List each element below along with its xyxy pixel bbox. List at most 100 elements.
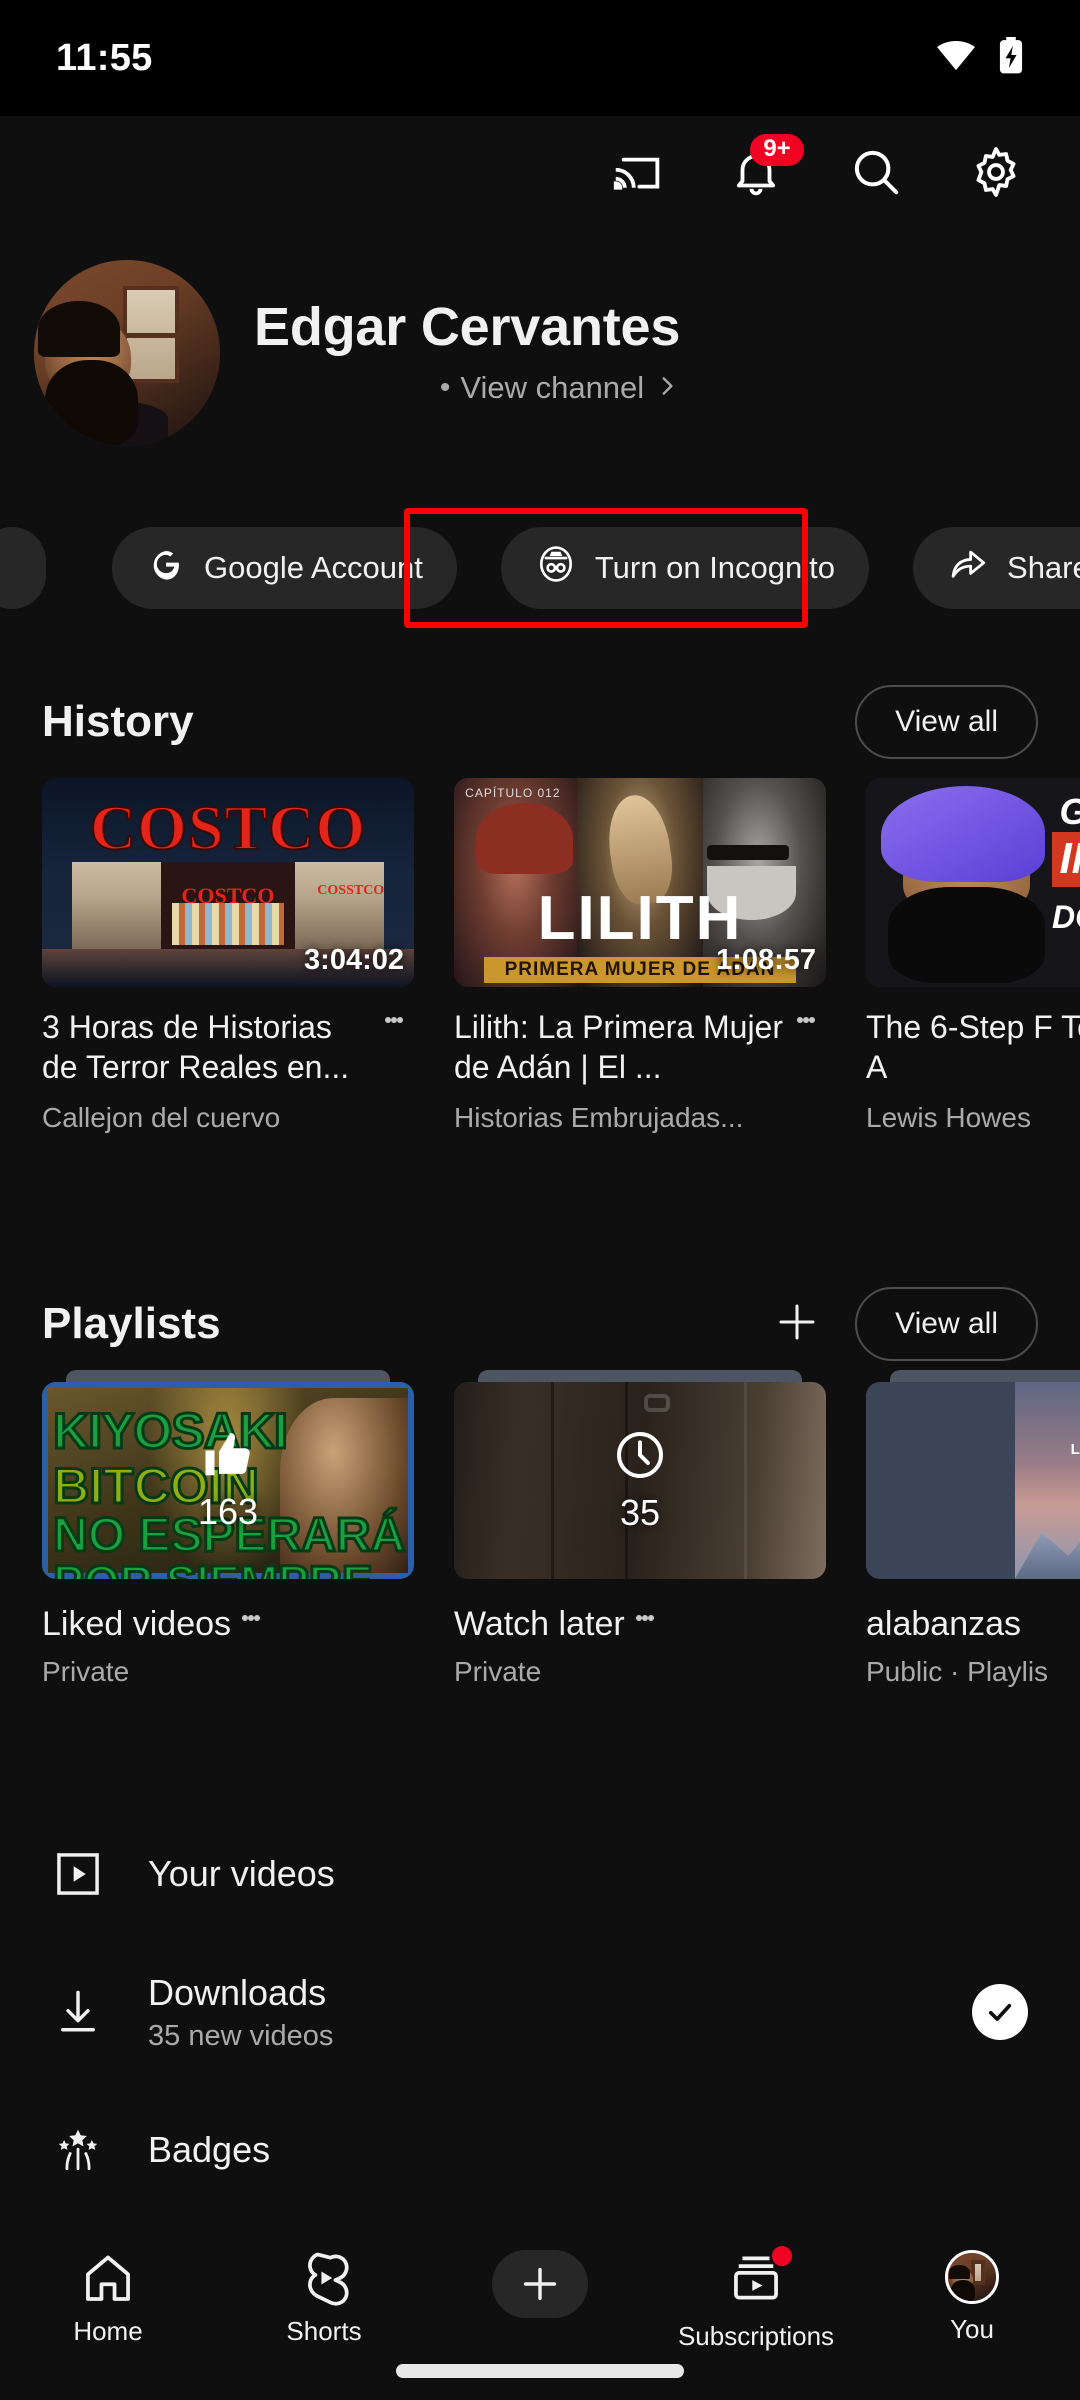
nav-item-home[interactable]: Home xyxy=(0,2250,216,2347)
playlist-card[interactable]: 35 Watch later Private xyxy=(454,1370,826,1688)
playlist-more-options-icon[interactable] xyxy=(231,1605,271,1688)
video-title: Lilith: La Primera Mujer de Adán | El ..… xyxy=(454,1009,783,1086)
nav-label: Subscriptions xyxy=(677,2321,835,2351)
youtube-account-screen: 11:55 9+ Edgar Cervantes • View channel … xyxy=(0,0,1080,2400)
view-channel-label: View channel xyxy=(460,370,645,405)
menu-row-your-videos[interactable]: Your videos xyxy=(0,1812,1080,1936)
playlist-title: alabanzas xyxy=(866,1605,1022,1643)
chevron-right-icon xyxy=(654,373,680,404)
chip-share-channel[interactable]: Share channe xyxy=(913,527,1080,609)
nav-label: Shorts xyxy=(286,2316,362,2346)
subscriptions-badge-dot xyxy=(772,2246,792,2266)
video-thumbnail[interactable]: GET R IN 20 DO THIS xyxy=(866,778,1080,987)
playlist-title: Watch later xyxy=(454,1605,625,1643)
thumbnail-text-line3: DO THIS xyxy=(1052,899,1080,936)
video-thumbnail[interactable]: CAPÍTULO 012 LILITH PRIMERA MUJER DE ADÁ… xyxy=(454,778,826,987)
video-channel: Callejon del cuervo xyxy=(42,1101,281,1133)
wifi-icon xyxy=(936,40,976,76)
playlists-shelf[interactable]: KIYOSAKI BITCOIN NO ESPERARÁ POR SIEMPRE… xyxy=(0,1370,1080,1688)
chip-partial-left[interactable] xyxy=(0,527,46,609)
chip-turn-on-incognito[interactable]: Turn on Incognito xyxy=(500,527,870,609)
playlist-privacy: Private xyxy=(42,1656,130,1687)
video-duration: 1:08:57 xyxy=(716,944,816,976)
page-title: Edgar Cervantes xyxy=(254,297,681,357)
status-bar: 11:55 xyxy=(0,0,1080,116)
system-home-indicator xyxy=(396,2364,684,2378)
playlist-card[interactable]: KIYOSAKI BITCOIN NO ESPERARÁ POR SIEMPRE… xyxy=(42,1370,414,1688)
top-toolbar: 9+ xyxy=(0,116,1080,228)
chip-label: Turn on Incognito xyxy=(594,550,836,585)
playlist-thumbnail[interactable]: 35 xyxy=(454,1382,826,1579)
sparkle-stars-icon xyxy=(52,2124,148,2176)
nav-item-shorts[interactable]: Shorts xyxy=(216,2250,432,2347)
downloads-check-badge xyxy=(972,1984,1028,2040)
avatar[interactable] xyxy=(34,260,220,446)
playlist-thumbnail[interactable]: KIYOSAKI BITCOIN NO ESPERARÁ POR SIEMPRE… xyxy=(42,1382,414,1579)
playlist-more-options-icon[interactable] xyxy=(625,1605,665,1688)
video-more-options-icon[interactable] xyxy=(786,1007,826,1134)
playlist-video-count: 163 xyxy=(197,1491,259,1532)
history-section-header: History View all xyxy=(0,672,1080,772)
status-bar-clock: 11:55 xyxy=(56,36,153,79)
playlist-title: Liked videos xyxy=(42,1605,232,1643)
nav-label: Home xyxy=(73,2316,143,2346)
playlist-privacy: Public · Playlis xyxy=(866,1656,1049,1687)
video-title: 3 Horas de Historias de Terror Reales en… xyxy=(42,1009,350,1086)
chip-google-account[interactable]: Google Account xyxy=(112,527,457,609)
share-arrow-icon xyxy=(947,543,989,593)
history-video-card[interactable]: CAPÍTULO 012 LILITH PRIMERA MUJER DE ADÁ… xyxy=(454,778,826,1134)
video-play-box-icon xyxy=(52,1848,148,1900)
account-avatar-icon[interactable] xyxy=(945,2250,999,2304)
video-more-options-icon[interactable] xyxy=(374,1007,414,1134)
add-playlist-button[interactable] xyxy=(773,1298,821,1351)
playlists-title: Playlists xyxy=(42,1299,221,1348)
thumbnail-text-tiny: COSSTCO xyxy=(317,882,385,898)
history-video-card[interactable]: GET R IN 20 DO THIS The 6-Step F To Beco… xyxy=(866,778,1080,1134)
menu-row-badges[interactable]: Badges xyxy=(0,2088,1080,2212)
playlist-video-count: 35 xyxy=(619,1492,661,1533)
thumbnail-text: LILITH xyxy=(537,883,743,953)
history-shelf[interactable]: COSTCO COSTCO COSSTCO 3:04:02 3 Horas de… xyxy=(0,778,1080,1134)
nav-item-create[interactable] xyxy=(432,2250,648,2328)
thumbnail-text: COSTCO xyxy=(89,791,367,864)
search-icon[interactable] xyxy=(848,144,904,200)
thumbnail-text-line1: GET R xyxy=(1059,791,1080,833)
settings-gear-icon[interactable] xyxy=(968,144,1024,200)
video-channel: Historias Embrujadas... xyxy=(454,1101,744,1133)
nav-item-subscriptions[interactable]: Subscriptions xyxy=(648,2246,864,2352)
download-arrow-icon xyxy=(52,1986,148,2038)
create-plus-icon[interactable] xyxy=(492,2250,588,2318)
thumbnail-text-line1: LA BO xyxy=(1071,1441,1080,1458)
notification-badge-count: 9+ xyxy=(750,134,804,166)
menu-row-downloads[interactable]: Downloads 35 new videos xyxy=(0,1950,1080,2074)
playlist-thumbnail[interactable]: LA BO DE D xyxy=(866,1382,1080,1579)
menu-row-label: Downloads xyxy=(148,1971,327,2013)
history-title: History xyxy=(42,697,194,746)
action-chip-row[interactable]: Google Account Turn on Incognito Shar xyxy=(0,512,1080,624)
profile-header[interactable]: Edgar Cervantes • View channel xyxy=(34,260,680,446)
playlist-card[interactable]: LA BO DE D alabanzas Public · Playlis xyxy=(866,1370,1080,1688)
status-bar-icons xyxy=(936,36,1024,80)
notifications-bell-icon[interactable]: 9+ xyxy=(728,134,804,200)
menu-row-label: Your videos xyxy=(148,1853,335,1894)
battery-charging-icon xyxy=(998,36,1024,80)
thumbnail-caption: CAPÍTULO 012 xyxy=(465,786,561,801)
google-g-icon xyxy=(146,544,186,592)
playlist-privacy: Private xyxy=(454,1656,542,1687)
playlists-view-all-button[interactable]: View all xyxy=(855,1287,1038,1361)
video-duration: 3:04:02 xyxy=(304,944,404,976)
thumbnail-text-small: COSTCO xyxy=(181,882,275,908)
thumbs-up-icon xyxy=(201,1428,255,1487)
menu-row-label: Badges xyxy=(148,2129,271,2170)
history-video-card[interactable]: COSTCO COSTCO COSSTCO 3:04:02 3 Horas de… xyxy=(42,778,414,1134)
chip-label: Google Account xyxy=(204,550,423,585)
playlists-section-header: Playlists View all xyxy=(0,1274,1080,1374)
view-channel-link[interactable]: • View channel xyxy=(254,370,680,406)
bullet-separator: • xyxy=(439,371,451,404)
profile-text-block: Edgar Cervantes • View channel xyxy=(254,300,680,406)
history-view-all-button[interactable]: View all xyxy=(855,685,1038,759)
menu-row-sublabel: 35 new videos xyxy=(148,2019,334,2052)
cast-icon[interactable] xyxy=(608,144,664,200)
video-thumbnail[interactable]: COSTCO COSTCO COSSTCO 3:04:02 xyxy=(42,778,414,987)
nav-item-you[interactable]: You xyxy=(864,2250,1080,2345)
